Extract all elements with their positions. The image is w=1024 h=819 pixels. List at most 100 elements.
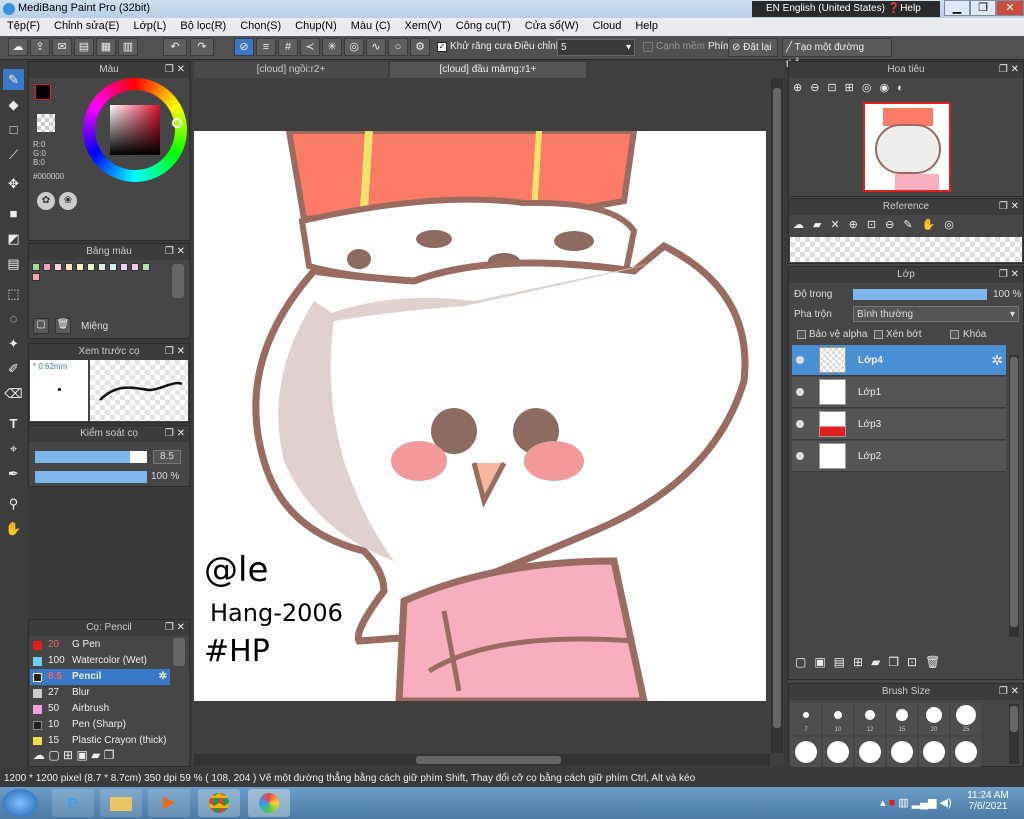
brush-size-preset[interactable] (887, 737, 917, 767)
palette-swatch[interactable] (131, 263, 139, 271)
navigator-toolbar[interactable]: ⊕⊖⊡⊞◎◉◐ (793, 81, 993, 97)
layer-row[interactable]: Lớp3 (792, 409, 1006, 440)
palette-swatch[interactable] (65, 263, 73, 271)
undo-icon[interactable]: ↶ (163, 38, 187, 56)
straight-line-button[interactable]: ╱ Tạo một đường thẳng (782, 38, 892, 70)
circle-snap-icon[interactable]: ◎ (344, 38, 364, 56)
eraser-tool-icon[interactable]: ◆ (3, 94, 24, 115)
help-label[interactable]: Help (900, 3, 921, 14)
menu-view[interactable]: Xem(V) (397, 18, 448, 32)
color-picker-icon[interactable]: ❀ (59, 192, 77, 210)
share-icon[interactable]: ⇪ (30, 38, 50, 56)
menu-filter[interactable]: Bộ lọc(R) (173, 18, 233, 32)
fill-rect-tool-icon[interactable]: ■ (3, 203, 24, 224)
layers-toolbar[interactable]: ▢▣▤⊞▰❐⊡🗑 (795, 655, 995, 671)
menu-tools[interactable]: Công cụ(T) (449, 18, 518, 32)
new-palette-icon[interactable]: ▢ (33, 318, 49, 334)
close-icon[interactable]: ❐ ✕ (999, 267, 1019, 283)
vertical-scrollbar[interactable] (771, 78, 783, 753)
curve-snap-icon[interactable]: ∿ (366, 38, 386, 56)
chrome-icon[interactable] (198, 789, 240, 817)
brush-size-preset[interactable]: 7 (791, 703, 821, 735)
palette-scrollbar[interactable] (172, 264, 184, 298)
visibility-icon[interactable] (796, 356, 804, 364)
media-player-icon[interactable]: ▶ (148, 789, 190, 817)
dropper-icon[interactable]: ⚲ (3, 493, 24, 514)
brush-item-airbrush[interactable]: 50 Airbrush (30, 701, 170, 717)
reference-area[interactable] (790, 237, 1022, 262)
palette-swatch[interactable] (120, 263, 128, 271)
palette-swatch[interactable] (43, 263, 51, 271)
hand-tool-icon[interactable]: ✋ (3, 518, 24, 539)
minimize-button[interactable]: ▁ (944, 0, 970, 16)
text-tool-icon[interactable]: T (3, 413, 24, 434)
language-bar[interactable]: EN English (United States) ❓Help (752, 1, 940, 17)
rectangle-tool-icon[interactable]: □ (3, 119, 24, 140)
radial-snap-icon[interactable]: ✳ (322, 38, 342, 56)
brush-size-scroll-thumb[interactable] (1010, 706, 1018, 732)
brush-item-pencil[interactable]: 8.5 Pencil ✲ (30, 669, 170, 685)
close-button[interactable]: ✕ (996, 0, 1024, 16)
medibang-taskbar-icon[interactable] (248, 789, 290, 817)
maximize-button[interactable]: ❐ (970, 0, 996, 16)
brush-size-preset[interactable]: 25 (951, 703, 981, 735)
protect-alpha-checkbox[interactable] (797, 330, 806, 339)
folder-icon[interactable]: ▰ (91, 748, 100, 762)
palette-swatch[interactable] (32, 273, 40, 281)
gear-icon[interactable]: ✲ (991, 352, 1003, 369)
new-brush-icon[interactable]: ▢ (48, 748, 59, 762)
magic-wand-icon[interactable]: ✦ (3, 333, 24, 354)
operation-tool-icon[interactable]: ⌖ (3, 438, 24, 459)
perspective-icon[interactable]: ≺ (300, 38, 320, 56)
lasso-tool-icon[interactable]: ◌ (3, 308, 24, 329)
blend-select[interactable]: Bình thường ▾ (853, 306, 1019, 322)
start-button[interactable] (2, 789, 38, 817)
menu-window[interactable]: Cửa sổ(W) (518, 18, 586, 32)
duplicate-icon[interactable]: ❐ (104, 748, 115, 762)
palette-swatch[interactable] (109, 263, 117, 271)
gear-icon[interactable]: ✲ (159, 669, 167, 685)
close-icon[interactable]: ❐ ✕ (165, 244, 185, 260)
settings-icon[interactable]: ⚙ (410, 38, 430, 56)
cloud-download-icon[interactable]: ☁ (33, 748, 45, 762)
copy-icon[interactable]: ▣ (76, 748, 87, 762)
brush-size-preset[interactable]: 10 (823, 703, 853, 735)
size-value[interactable]: 8.5 (153, 450, 181, 464)
file-explorer-icon[interactable] (100, 789, 142, 817)
reference-toolbar[interactable]: ☁▰✕⊕⊡⊖✎✋◎ (793, 218, 1013, 234)
menu-color[interactable]: Màu (C) (344, 18, 398, 32)
vertical-scroll-thumb[interactable] (773, 88, 781, 728)
brush-size-preset[interactable]: 15 (887, 703, 917, 735)
snap-off-icon[interactable]: ⊘ (234, 38, 254, 56)
brush-size-preset[interactable] (791, 737, 821, 767)
layer-opacity-slider[interactable] (853, 289, 987, 300)
tab-document-2[interactable]: [cloud] đầu mâmg:r1+ (390, 62, 586, 78)
brush-size-preset[interactable]: 20 (919, 703, 949, 735)
menu-file[interactable]: Tệp(F) (0, 18, 47, 32)
menu-cloud[interactable]: Cloud (586, 18, 629, 32)
comment-icon[interactable]: ✉ (52, 38, 72, 56)
eyedropper-icon[interactable]: ✒ (3, 463, 24, 484)
soft-edge-checkbox[interactable] (643, 42, 653, 52)
close-icon[interactable]: ❐ ✕ (165, 620, 185, 636)
select-pen-icon[interactable]: ✐ (3, 358, 24, 379)
brush-size-preset[interactable]: 12 (855, 703, 885, 735)
brush-list-scrollbar[interactable] (173, 638, 185, 666)
brush-size-preset[interactable] (855, 737, 885, 767)
brush-item-g-pen[interactable]: 20 G Pen (30, 637, 170, 653)
opacity-slider[interactable] (35, 471, 147, 483)
brush-size-preset[interactable] (951, 737, 981, 767)
document-icon[interactable]: ▦ (96, 38, 116, 56)
primary-color-swatch[interactable] (35, 84, 51, 100)
line-tool-icon[interactable]: ⟋ (3, 144, 24, 165)
size-slider[interactable] (35, 451, 147, 463)
brush-item-blur[interactable]: 27 Blur (30, 685, 170, 701)
layers-scrollbar[interactable] (1009, 355, 1019, 637)
visibility-icon[interactable] (796, 452, 804, 460)
menu-help[interactable]: Help (628, 18, 665, 32)
palette-swatch[interactable] (142, 263, 150, 271)
brush-size-preset[interactable] (919, 737, 949, 767)
move-tool-icon[interactable]: ✥ (3, 173, 24, 194)
redo-icon[interactable]: ↷ (190, 38, 214, 56)
navigator-thumbnail[interactable] (863, 102, 951, 192)
